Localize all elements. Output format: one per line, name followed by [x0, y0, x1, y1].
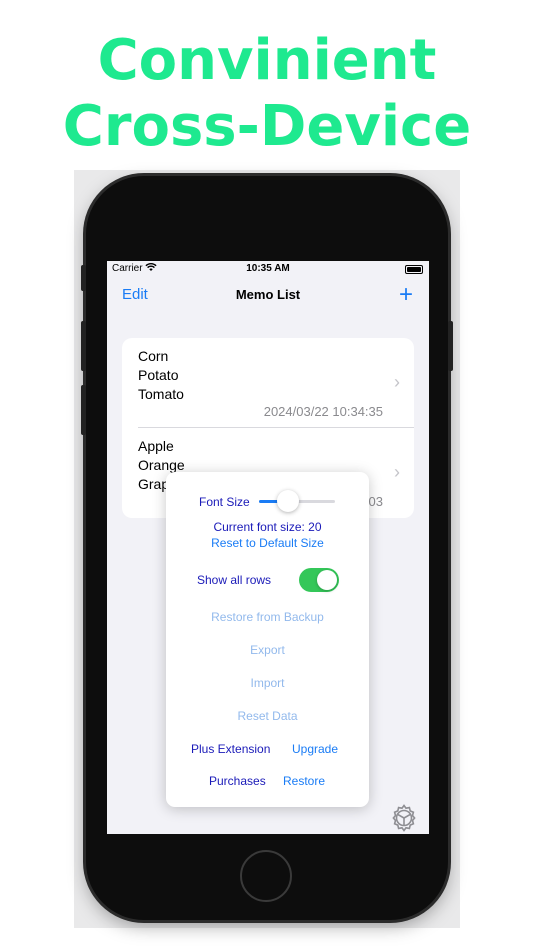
status-time: 10:35 AM [246, 263, 290, 274]
volume-down-button [81, 385, 86, 435]
add-memo-button[interactable]: + [399, 281, 413, 309]
memo-line: Grap [138, 476, 170, 492]
upgrade-button[interactable]: Upgrade [292, 742, 338, 756]
power-button [448, 321, 453, 371]
font-size-label: Font Size [199, 495, 250, 509]
current-font-size: Current font size: 20 [213, 520, 322, 534]
mute-switch [81, 265, 86, 291]
purchases-label: Purchases [209, 774, 266, 788]
phone-screen: Carrier 10:35 AM Edit Memo List + Corn P… [107, 261, 429, 834]
memo-date: 2024/03/22 10:34:35 [263, 404, 383, 419]
restore-from-backup-button[interactable]: Restore from Backup [166, 610, 369, 624]
restore-purchases-button[interactable]: Restore [283, 774, 325, 788]
chevron-right-icon: › [394, 372, 400, 392]
show-all-rows-toggle[interactable] [299, 568, 339, 592]
settings-popup: Font Size Current font size: 20 Reset to… [166, 472, 369, 807]
font-size-slider[interactable] [259, 490, 335, 512]
memo-line: Apple [138, 438, 174, 454]
headline-line-1: Convinient [97, 28, 437, 93]
plus-extension-label: Plus Extension [191, 742, 271, 756]
reset-data-button[interactable]: Reset Data [166, 709, 369, 723]
page-title: Memo List [235, 287, 301, 302]
memo-date: 03 [368, 494, 383, 509]
export-button[interactable]: Export [166, 643, 369, 657]
home-button[interactable] [240, 850, 292, 902]
memo-line: Potato [138, 367, 179, 383]
import-button[interactable]: Import [166, 676, 369, 690]
volume-up-button [81, 321, 86, 371]
toggle-knob [317, 570, 337, 590]
headline-line-2: Cross-Device [62, 94, 472, 159]
status-bar: Carrier 10:35 AM [107, 261, 429, 277]
battery-icon [405, 265, 423, 274]
chevron-right-icon: › [394, 462, 400, 482]
memo-row[interactable]: Corn Potato Tomato 2024/03/22 10:34:35 › [122, 338, 414, 428]
reset-default-size-button[interactable]: Reset to Default Size [166, 536, 369, 550]
show-all-rows-label: Show all rows [197, 573, 272, 587]
memo-line: Corn [138, 348, 169, 364]
memo-line: Orange [138, 457, 185, 473]
slider-thumb[interactable] [276, 490, 299, 512]
navigation-bar: Edit Memo List + [107, 281, 429, 309]
memo-line: Tomato [138, 386, 184, 402]
gear-icon[interactable] [389, 803, 419, 833]
